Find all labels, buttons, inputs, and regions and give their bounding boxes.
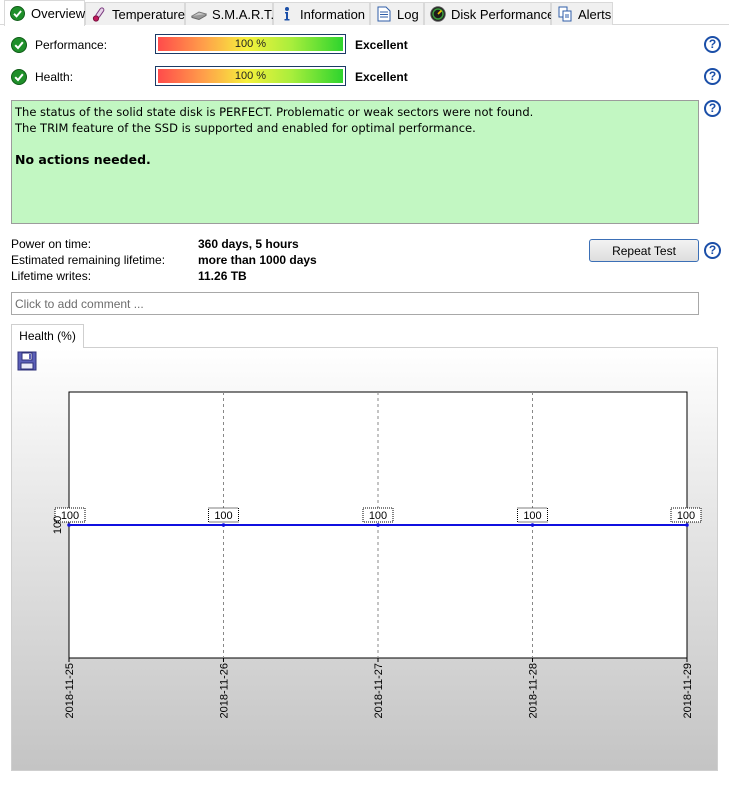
health-chart: 100 100 100 100 1001002018-11-25 2018-11-26 20… — [52, 391, 702, 718]
data-label: 100 — [677, 510, 695, 522]
x-tick-label: 2018-11-27 — [373, 663, 385, 718]
y-tick-label: 100 — [52, 516, 64, 534]
x-tick-label: 2018-11-29 — [682, 663, 694, 718]
tab-overview[interactable]: Overview — [4, 0, 85, 26]
tab-label: Overview — [31, 6, 86, 21]
data-label: 100 — [523, 510, 541, 522]
x-tick-label: 2018-11-26 — [219, 663, 231, 718]
data-point — [376, 523, 380, 527]
data-label: 100 — [214, 510, 232, 522]
data-point — [685, 523, 689, 527]
tab-health-chart[interactable]: Health (%) — [11, 324, 84, 348]
data-point — [530, 523, 535, 527]
check-icon — [9, 5, 26, 22]
x-tick-label: 2018-11-28 — [528, 663, 540, 718]
data-point — [221, 523, 226, 527]
data-point — [67, 523, 71, 527]
data-label: 100 — [369, 510, 387, 522]
x-tick-label: 2018-11-25 — [64, 663, 76, 718]
